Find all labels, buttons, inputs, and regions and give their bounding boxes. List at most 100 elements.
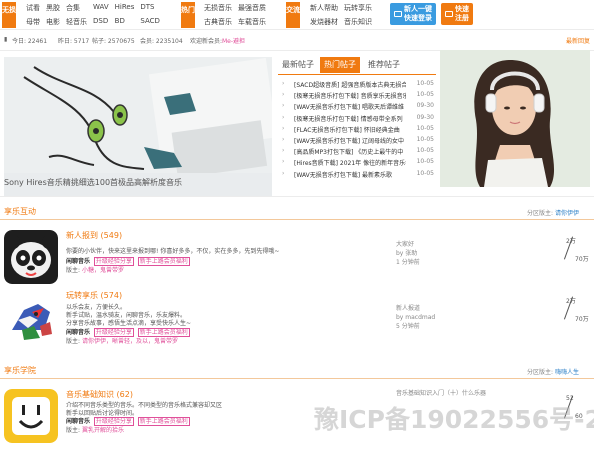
tab-recommended-posts[interactable]: 推荐帖子 (364, 57, 404, 73)
forum-sub-links: 闲聊音乐 升级经验分享 新手上路会员福利 (66, 416, 190, 426)
sub-link-newbie-benefits[interactable]: 新手上路会员福利 (137, 417, 190, 426)
post-title[interactable]: [极寒无损音乐打包下载] 情感母带全系列 (294, 114, 406, 123)
forum-description: 你要的小伙伴，快来这里来报到哪! 你喜好多多，不仅，实在多多，先到先得哦~ (66, 248, 280, 255)
forum-moderators: 版主: 小糖，鬼曾带罗 (66, 265, 124, 274)
list-item[interactable]: › [高品质MP3打包下载] 《历史上最牛的中 10-05 (282, 146, 434, 157)
last-post-title[interactable]: 新人报道 (396, 304, 435, 313)
category-link[interactable]: HiRes (115, 3, 135, 13)
stats-new-member-link[interactable]: Me-避担 (222, 36, 245, 45)
category-link[interactable]: SACD (140, 17, 160, 27)
last-post-title[interactable]: 大家好 (396, 240, 420, 249)
sub-link-label[interactable]: 闲聊音乐 (66, 418, 90, 425)
moderator-link[interactable]: 嗨嗨人生 (555, 369, 579, 376)
list-item[interactable]: › [SACD超级音质] 超强音质版本古典无损合集 10-05 (282, 79, 434, 90)
category-link[interactable]: DSD (93, 17, 109, 27)
last-post-title[interactable]: 音乐基础知识入门（十）什么乐器 (396, 389, 486, 398)
category-link[interactable]: 电影 (46, 17, 60, 27)
quick-register-label: 快速 注册 (455, 5, 469, 22)
quick-login-button[interactable]: 新人一键 快速登录 (390, 3, 436, 25)
list-item[interactable]: › [极寒无损音乐打包下载] 情感母带全系列 09-30 (282, 113, 434, 124)
list-item[interactable]: › [WAV无损音乐打包下载] 唱歌天后谭维维 09-30 (282, 101, 434, 112)
user-icon (445, 11, 453, 17)
list-item[interactable]: › [WAV无损音乐打包下载] 最新素乐歌 10-05 (282, 169, 434, 180)
category-link[interactable]: 试看 (26, 3, 40, 13)
forum-last-post: 大家好 by 张助 1 分钟前 (396, 240, 420, 267)
post-title[interactable]: [高品质MP3打包下载] 《历史上最牛的中 (294, 147, 406, 156)
arrow-icon: › (282, 113, 285, 121)
list-item[interactable]: › [Hires音质下载] 2021年 像往的新年音乐会 10-05 (282, 157, 434, 168)
mods-label: 版主: (66, 267, 81, 274)
category-link[interactable]: 古典音乐 (204, 17, 232, 27)
arrow-icon: › (282, 102, 285, 110)
post-title[interactable]: [极寒无损音乐打包下载] 音质享乐无损音乐 (294, 91, 406, 100)
forum-name-text[interactable]: 新人报到 (66, 231, 98, 240)
forum-icon-falco[interactable] (4, 290, 58, 344)
forum-name[interactable]: 玩转享乐 (574) (66, 290, 122, 301)
category-badge-lossless[interactable]: 无损 (2, 2, 16, 28)
category-link[interactable]: 最强音质 (238, 3, 266, 13)
mods-names[interactable]: 翼乳开解的拾乐 (82, 427, 124, 434)
list-item[interactable]: › [WAV无损音乐打包下载] 辽阔母线的女中 10-05 (282, 135, 434, 146)
forum-last-post: 新人报道 by macdmad 5 分钟前 (396, 304, 435, 331)
arrow-icon: › (282, 135, 285, 143)
forum-name-text[interactable]: 玩转享乐 (66, 291, 98, 300)
hot-post-list: › [SACD超级音质] 超强音质版本古典无损合集 10-05 › [极寒无损音乐打包… (282, 79, 434, 180)
category-link[interactable]: 音乐知识 (344, 17, 372, 27)
category-link[interactable]: 合集 (66, 3, 87, 13)
mods-names[interactable]: 小糖，鬼曾带罗 (82, 267, 124, 274)
section-divider (0, 219, 594, 220)
tab-latest-posts[interactable]: 最新帖子 (278, 57, 318, 73)
category-link[interactable]: 无损音乐 (204, 3, 232, 13)
sub-link-newbie-benefits[interactable]: 新手上路会员福利 (137, 257, 190, 266)
category-link[interactable]: 新人帮助 (310, 3, 338, 13)
post-title[interactable]: [WAV无损音乐打包下载] 最新素乐歌 (294, 170, 406, 179)
post-title[interactable]: [FLAC无损音乐打包下载] 怀旧经典金曲 (294, 125, 406, 134)
forum-name[interactable]: 音乐基础知识 (62) (66, 389, 133, 400)
forum-icon-smile[interactable] (4, 389, 58, 443)
forum-name-text[interactable]: 音乐基础知识 (66, 390, 114, 399)
category-badge-community[interactable]: 交流 (286, 2, 300, 28)
last-post-author[interactable]: by macdmad (396, 313, 435, 322)
quick-register-button[interactable]: 快速 注册 (441, 3, 473, 25)
earphones-illustration (4, 57, 272, 179)
arrow-icon: › (282, 80, 285, 87)
tab-hot-posts[interactable]: 热门帖子 (320, 57, 360, 73)
slider-image[interactable] (4, 57, 272, 179)
category-link[interactable]: 发烧器材 (310, 17, 338, 27)
category-link[interactable]: DTS (140, 3, 160, 13)
section-title-interaction[interactable]: 享乐互动 (4, 206, 36, 217)
latest-replies-link[interactable]: 最新回复 (566, 36, 590, 45)
post-title[interactable]: [WAV无损音乐打包下载] 辽阔母线的女中 (294, 136, 406, 145)
mods-names[interactable]: 请你伊伊，晰曾轻，及以，鬼曾带罗 (82, 338, 178, 345)
moderator-link[interactable]: 请你伊伊 (555, 210, 579, 217)
list-item[interactable]: › [FLAC无损音乐打包下载] 怀旧经典金曲 10-05 (282, 124, 434, 135)
section-title-academy[interactable]: 享乐学院 (4, 365, 36, 376)
featured-slider[interactable] (4, 57, 272, 197)
slider-caption[interactable]: Sony Hires音乐精挑细选100首极品高解析度音乐 (4, 177, 182, 188)
arrow-icon: › (282, 91, 285, 99)
category-link[interactable]: BD (115, 17, 135, 27)
post-title[interactable]: [SACD超级音质] 超强音质版本古典无损合集 (294, 80, 406, 89)
forum-name[interactable]: 新人报到 (549) (66, 230, 122, 241)
post-title[interactable]: [Hires音质下载] 2021年 像往的新年音乐会 (294, 158, 406, 167)
icp-watermark: 豫ICP备19022556号-2 (314, 405, 594, 434)
category-link[interactable]: 玩转享乐 (344, 3, 372, 13)
category-link[interactable]: WAV (93, 3, 109, 13)
post-title[interactable]: [WAV无损音乐打包下载] 唱歌天后谭维维 (294, 102, 406, 111)
category-link[interactable]: 母带 (26, 17, 40, 27)
category-badge-hot[interactable]: 热门 (181, 2, 195, 28)
sub-link-label[interactable]: 闲聊音乐 (66, 329, 90, 336)
sub-link-label[interactable]: 闲聊音乐 (66, 258, 90, 265)
last-post-author[interactable]: by 张助 (396, 249, 420, 258)
forum-icon-panda[interactable] (4, 230, 58, 284)
list-item[interactable]: › [极寒无损音乐打包下载] 音质享乐无损音乐 10-05 (282, 90, 434, 101)
last-post-time: 5 分钟前 (396, 323, 420, 330)
category-links-hot: 无损音乐 最强音质 古典音乐 车载音乐 (204, 3, 266, 27)
category-link[interactable]: 黑胶 (46, 3, 60, 13)
promo-photo[interactable] (440, 50, 590, 187)
category-link[interactable]: 车载音乐 (238, 17, 266, 27)
category-link[interactable]: 轻音乐 (66, 17, 87, 27)
forum-sub-links: 闲聊音乐 升级经验分享 新手上路会员福利 (66, 256, 190, 266)
stats-today: 今日: 22461 (12, 38, 48, 45)
forum-description: 分享音乐故事，感悟生活点滴，享受快乐人生~ (66, 320, 192, 327)
